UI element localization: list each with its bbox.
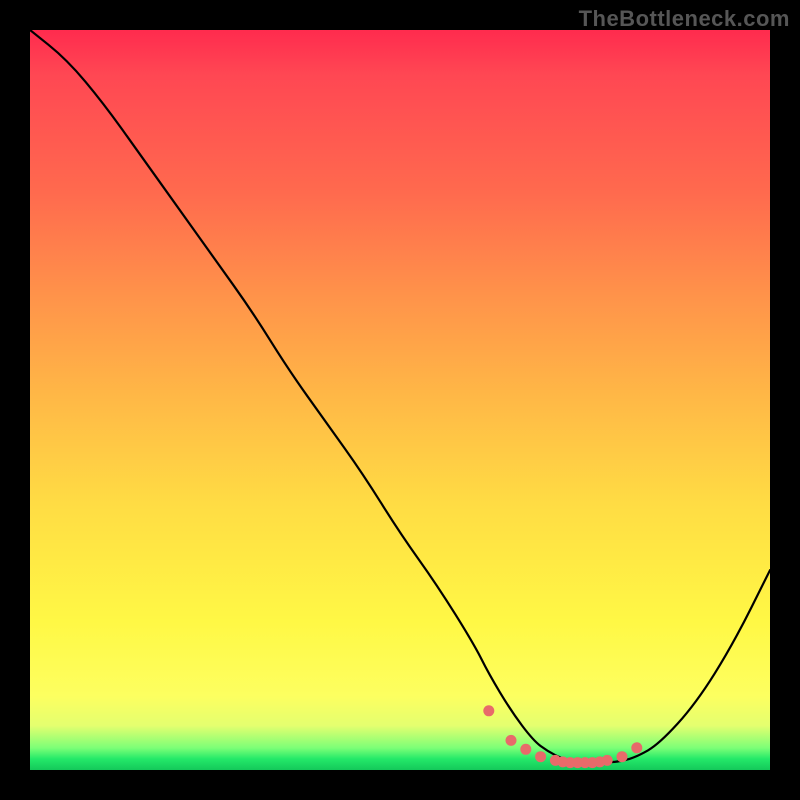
trough-dot <box>631 742 642 753</box>
trough-dot <box>602 755 613 766</box>
trough-dot <box>617 751 628 762</box>
curve-svg <box>30 30 770 770</box>
plot-area <box>30 30 770 770</box>
watermark-text: TheBottleneck.com <box>579 6 790 32</box>
trough-dot <box>506 735 517 746</box>
trough-dots <box>483 705 642 768</box>
bottleneck-curve <box>30 30 770 763</box>
trough-dot <box>535 751 546 762</box>
trough-dot <box>483 705 494 716</box>
chart-frame: TheBottleneck.com <box>0 0 800 800</box>
trough-dot <box>520 744 531 755</box>
